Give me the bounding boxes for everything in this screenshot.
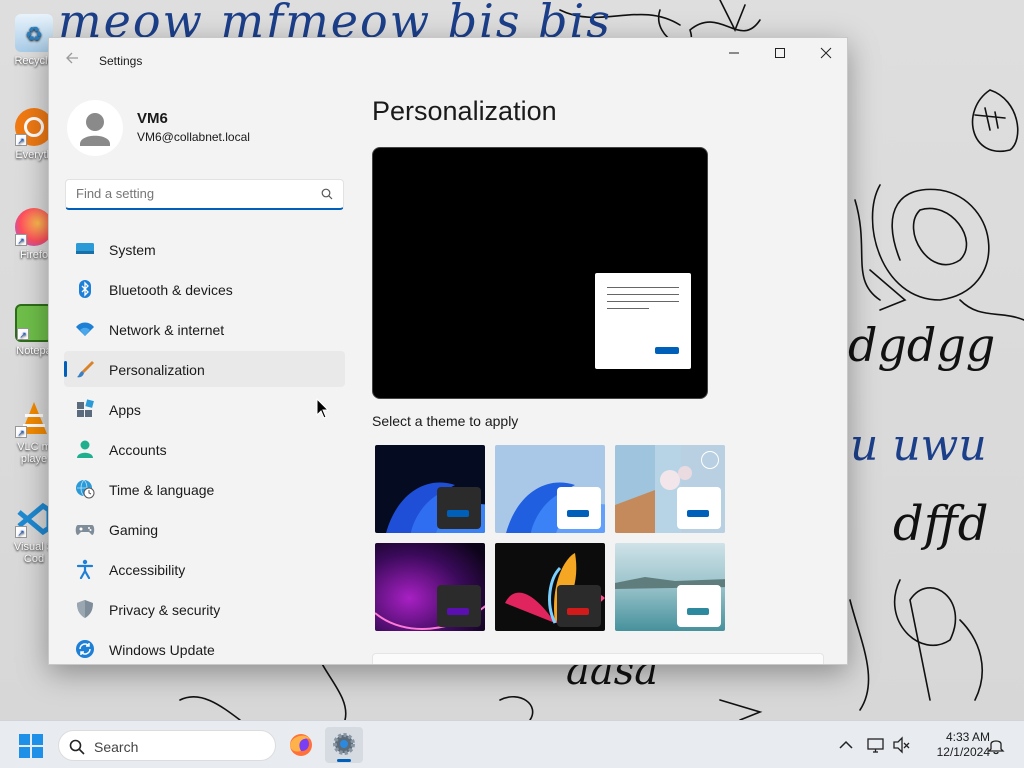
start-button[interactable]: [18, 733, 44, 759]
settings-search-box[interactable]: [65, 179, 344, 210]
theme-preview: [372, 147, 708, 399]
volume-muted-icon[interactable]: [892, 735, 912, 755]
sidebar-item-time-language[interactable]: Time & language: [64, 471, 345, 507]
chevron-up-icon[interactable]: [836, 735, 856, 755]
wifi-icon: [76, 322, 94, 336]
avatar: [67, 100, 123, 156]
network-icon[interactable]: [866, 735, 886, 755]
theme-badge: [437, 487, 481, 529]
sidebar-item-label: Network & internet: [109, 322, 225, 338]
accounts-icon: [77, 440, 93, 458]
settings-search-input[interactable]: [76, 186, 306, 201]
theme-badge: [437, 585, 481, 627]
window-title: Settings: [99, 54, 143, 68]
sidebar-item-label: Accounts: [109, 442, 167, 458]
taskbar-search-label: Search: [94, 739, 139, 755]
sidebar-item-personalization[interactable]: Personalization: [64, 351, 345, 387]
search-icon: [69, 739, 85, 755]
clock-time: 4:33 AM: [945, 730, 990, 744]
mouse-cursor-icon: [316, 398, 330, 419]
notification-icon[interactable]: [986, 735, 1006, 755]
sidebar-item-windows-update[interactable]: Windows Update: [64, 631, 345, 664]
update-icon: [76, 640, 94, 658]
slideshow-icon: [701, 451, 719, 469]
sidebar-item-accessibility[interactable]: Accessibility: [64, 551, 345, 587]
theme-tile-flow[interactable]: [613, 541, 727, 633]
system-icon: [76, 243, 94, 254]
sidebar-item-label: Apps: [109, 402, 141, 418]
taskbar-search[interactable]: Search: [58, 730, 276, 761]
sidebar-item-bluetooth[interactable]: Bluetooth & devices: [64, 271, 345, 307]
gamepad-icon: [75, 525, 95, 535]
page-title: Personalization: [372, 96, 557, 126]
apps-icon: [77, 399, 94, 417]
sidebar-item-label: System: [109, 242, 156, 258]
sidebar-item-network[interactable]: Network & internet: [64, 311, 345, 347]
active-app-indicator: [337, 759, 351, 762]
settings-icon: [333, 733, 355, 755]
preview-sample-window: [595, 273, 691, 369]
bluetooth-icon: [79, 280, 91, 298]
theme-tile-windows-spotlight[interactable]: [613, 443, 727, 535]
firefox-icon: [290, 734, 312, 756]
theme-tile-windows-dark[interactable]: [373, 443, 487, 535]
sidebar-item-label: Accessibility: [109, 562, 186, 578]
sidebar-item-gaming[interactable]: Gaming: [64, 511, 345, 547]
back-arrow-icon[interactable]: [61, 50, 83, 72]
sidebar-item-label: Time & language: [109, 482, 215, 498]
theme-badge: [677, 487, 721, 529]
theme-tile-glow[interactable]: [373, 541, 487, 633]
user-email: VM6@collabnet.local: [137, 130, 250, 144]
theme-tile-captured-motion[interactable]: [493, 541, 607, 633]
sidebar-item-label: Gaming: [109, 522, 159, 538]
sidebar-item-label: Windows Update: [109, 642, 215, 658]
sidebar-item-label: Bluetooth & devices: [109, 282, 233, 298]
settings-window: Settings VM6 VM6@collabnet.local Find a …: [48, 37, 848, 665]
taskbar-settings-button[interactable]: [325, 727, 363, 763]
sidebar-item-label: Personalization: [109, 362, 205, 378]
taskbar-clock[interactable]: 4:33 AM 12/1/2024: [918, 730, 990, 760]
sidebar-item-apps[interactable]: Apps: [64, 391, 345, 427]
search-icon: [321, 188, 333, 200]
shield-icon: [77, 600, 93, 618]
taskbar-firefox-button[interactable]: [282, 727, 320, 763]
main-content: Personalization Select a theme to apply: [372, 38, 847, 664]
scribble-text-2: dgdgg: [848, 318, 996, 372]
sidebar-item-system[interactable]: System: [64, 231, 345, 267]
theme-badge: [557, 487, 601, 529]
user-avatar-icon: [80, 113, 110, 146]
preview-accent-button: [655, 347, 679, 354]
theme-badge: [677, 585, 721, 627]
user-name: VM6: [137, 110, 168, 127]
accessibility-icon: [76, 559, 94, 579]
sidebar-item-accounts[interactable]: Accounts: [64, 431, 345, 467]
theme-badge: [557, 585, 601, 627]
scribble-text-3: u uwu: [850, 420, 987, 471]
theme-tile-windows-light[interactable]: [493, 443, 607, 535]
sidebar-nav: System Bluetooth & devices Network & int…: [64, 231, 345, 664]
scribble-text-4: dffd: [893, 496, 989, 552]
sidebar-item-privacy-security[interactable]: Privacy & security: [64, 591, 345, 627]
brush-icon: [77, 361, 94, 378]
sidebar-item-label: Privacy & security: [109, 602, 221, 618]
taskbar: Search 4:33 AM 12/1/2024: [0, 720, 1024, 768]
theme-section-label: Select a theme to apply: [372, 413, 519, 429]
settings-card[interactable]: [372, 653, 824, 664]
clock-date: 12/1/2024: [936, 745, 990, 759]
globe-clock-icon: [76, 479, 95, 499]
